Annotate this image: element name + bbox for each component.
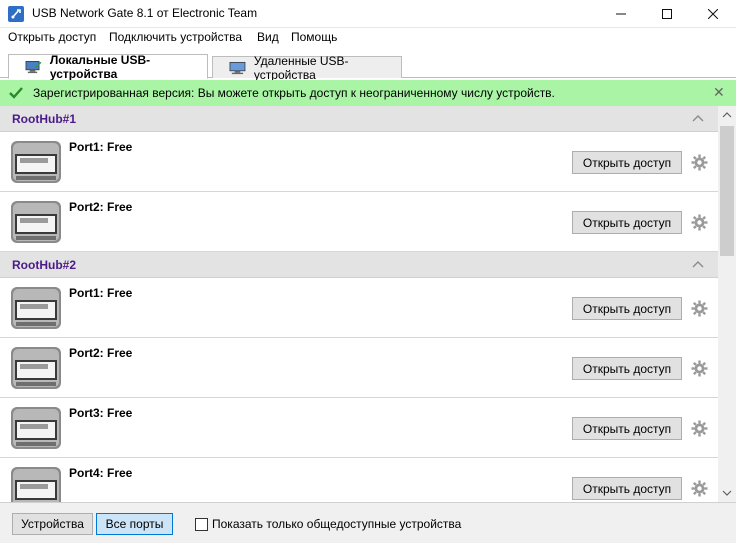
port-label: Port3: Free xyxy=(69,406,133,420)
gear-icon[interactable] xyxy=(691,300,708,317)
tab-local-usb-label: Локальные USB-устройства xyxy=(49,52,151,81)
port-row: Port3: Free Открыть доступ xyxy=(0,398,718,458)
remote-computer-icon xyxy=(229,61,246,74)
maximize-icon xyxy=(662,9,672,19)
usb-port-icon xyxy=(10,140,62,184)
usb-port-icon xyxy=(10,200,62,244)
vertical-scrollbar[interactable] xyxy=(718,106,736,502)
local-computer-icon xyxy=(25,60,42,73)
devices-button[interactable]: Устройства xyxy=(12,513,93,535)
port-row: Port1: Free Открыть доступ xyxy=(0,132,718,192)
port-row: Port1: Free Открыть доступ xyxy=(0,278,718,338)
hub-name: RootHub#1 xyxy=(12,112,76,126)
port-label: Port2: Free xyxy=(69,346,133,360)
hub-header[interactable]: RootHub#1 xyxy=(0,106,718,132)
gear-icon[interactable] xyxy=(691,360,708,377)
menu-view[interactable]: Вид xyxy=(257,30,279,44)
usb-port-icon xyxy=(10,406,62,450)
gear-icon[interactable] xyxy=(691,154,708,171)
port-row: Port4: Free Открыть доступ xyxy=(0,458,718,502)
menu-share[interactable]: Открыть доступ xyxy=(8,30,96,44)
all-ports-button[interactable]: Все порты xyxy=(96,513,173,535)
port-label: Port4: Free xyxy=(69,466,133,480)
port-row: Port2: Free Открыть доступ xyxy=(0,338,718,398)
collapse-chevron-icon[interactable] xyxy=(692,260,704,268)
menu-bar: Открыть доступ Подключить устройства Вид… xyxy=(0,28,736,48)
usb-port-icon xyxy=(10,346,62,390)
gear-icon[interactable] xyxy=(691,420,708,437)
usb-port-icon xyxy=(10,286,62,330)
checkmark-icon xyxy=(9,87,23,99)
tab-bar: Локальные USB-устройства Удаленные USB-у… xyxy=(0,48,736,82)
tab-remote-usb-label: Удаленные USB-устройства xyxy=(253,53,349,82)
minimize-button[interactable] xyxy=(598,0,644,28)
public-only-checkbox[interactable] xyxy=(195,518,208,531)
scroll-down-arrow-icon[interactable] xyxy=(722,488,732,498)
tab-local-usb[interactable]: Локальные USB-устройства xyxy=(8,52,208,81)
share-port-button[interactable]: Открыть доступ xyxy=(572,297,682,320)
minimize-icon xyxy=(616,13,626,15)
scroll-up-arrow-icon[interactable] xyxy=(722,110,732,120)
maximize-button[interactable] xyxy=(644,0,690,28)
bottom-bar: Устройства Все порты Показать только общ… xyxy=(0,502,736,543)
share-port-button[interactable]: Открыть доступ xyxy=(572,211,682,234)
share-port-button[interactable]: Открыть доступ xyxy=(572,477,682,500)
menu-connect-devices[interactable]: Подключить устройства xyxy=(109,30,242,44)
title-bar: USB Network Gate 8.1 от Electronic Team xyxy=(0,0,736,28)
port-label: Port1: Free xyxy=(69,140,133,154)
port-list: RootHub#1 Port1: Free Открыть доступ Port2:… xyxy=(0,106,718,502)
share-port-button[interactable]: Открыть доступ xyxy=(572,357,682,380)
tab-remote-usb[interactable]: Удаленные USB-устройства xyxy=(212,54,402,82)
close-button[interactable] xyxy=(690,0,736,28)
share-port-button[interactable]: Открыть доступ xyxy=(572,151,682,174)
notice-text: Зарегистрированная версия: Вы можете отк… xyxy=(33,86,555,100)
close-icon xyxy=(708,9,718,19)
port-label: Port1: Free xyxy=(69,286,133,300)
gear-icon[interactable] xyxy=(691,214,708,231)
collapse-chevron-icon[interactable] xyxy=(692,114,704,122)
hub-header[interactable]: RootHub#2 xyxy=(0,252,718,278)
scroll-thumb[interactable] xyxy=(720,126,734,256)
share-port-button[interactable]: Открыть доступ xyxy=(572,417,682,440)
public-only-label: Показать только общедоступные устройства xyxy=(212,517,462,531)
gear-icon[interactable] xyxy=(691,480,708,497)
window-title: USB Network Gate 8.1 от Electronic Team xyxy=(32,6,258,20)
notice-close-button[interactable]: ✕ xyxy=(713,84,725,101)
port-row: Port2: Free Открыть доступ xyxy=(0,192,718,252)
menu-help[interactable]: Помощь xyxy=(291,30,337,44)
usb-port-icon xyxy=(10,466,62,502)
port-label: Port2: Free xyxy=(69,200,133,214)
app-usb-icon xyxy=(8,6,24,22)
hub-name: RootHub#2 xyxy=(12,258,76,272)
registration-notice: Зарегистрированная версия: Вы можете отк… xyxy=(0,80,736,106)
